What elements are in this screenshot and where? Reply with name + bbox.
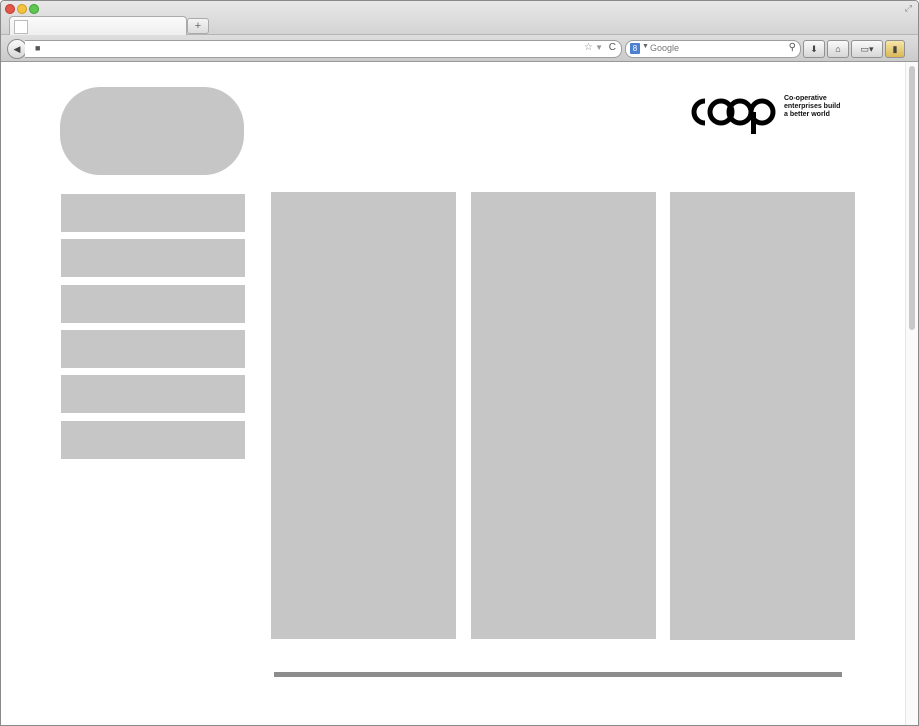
nav-item-6[interactable] (61, 421, 245, 459)
title-bar: ⤢ + (1, 1, 918, 35)
history-dropdown-icon[interactable]: ▼ (595, 43, 603, 52)
nav-item-2[interactable] (61, 239, 245, 277)
nav-item-3[interactable] (61, 285, 245, 323)
fullscreen-icon[interactable]: ⤢ (905, 3, 912, 14)
magnifier-icon[interactable]: ⚲ (789, 42, 796, 53)
vertical-scrollbar[interactable] (905, 62, 918, 725)
scrollbar-thumb[interactable] (909, 66, 915, 330)
back-button[interactable]: ◀ (7, 39, 27, 59)
nav-item-4[interactable] (61, 330, 245, 368)
tagline-line-1: Co-operative (784, 95, 827, 102)
new-tab-button[interactable]: + (187, 18, 209, 34)
minimize-window-button[interactable] (17, 4, 27, 14)
coop-tagline: Co-operative enterprises build a better … (784, 95, 864, 119)
extension-icon[interactable]: ▮ (885, 40, 905, 58)
content-column-3 (670, 192, 855, 640)
bookmark-star-icon[interactable]: ☆ (584, 42, 593, 53)
nav-item-5[interactable] (61, 375, 245, 413)
navigation-toolbar: ◀ ■ ☆ ▼ C 8 ▼ Google ⚲ ⬇ ⌂ ▭▾ ▮ (1, 35, 918, 62)
footer-divider (274, 672, 842, 677)
logo-placeholder (60, 87, 244, 175)
tab-favicon-icon (14, 20, 28, 34)
search-placeholder: Google (650, 43, 680, 53)
reload-icon[interactable]: C (609, 42, 616, 53)
home-button[interactable]: ⌂ (827, 40, 849, 58)
address-bar[interactable]: ■ ☆ ▼ C (25, 40, 622, 58)
nav-item-1[interactable] (61, 194, 245, 232)
zoom-window-button[interactable] (29, 4, 39, 14)
search-bar[interactable]: 8 ▼ Google ⚲ (625, 40, 801, 58)
browser-tab[interactable] (9, 16, 187, 35)
search-engine-icon[interactable]: 8 (630, 43, 640, 54)
close-window-button[interactable] (5, 4, 15, 14)
browser-window: ⤢ + ◀ ■ ☆ ▼ C 8 ▼ Google ⚲ ⬇ ⌂ ▭▾ ▮ Co-o… (0, 0, 919, 726)
sidebar-menu-button[interactable]: ▭▾ (851, 40, 883, 58)
coop-logo-icon[interactable] (688, 93, 784, 137)
tagline-line-2: enterprises build (784, 103, 841, 110)
downloads-button[interactable]: ⬇ (803, 40, 825, 58)
site-identity-icon[interactable]: ■ (35, 43, 40, 53)
content-column-2 (471, 192, 656, 639)
content-column-1 (271, 192, 456, 639)
search-engine-dropdown-icon[interactable]: ▼ (642, 43, 649, 50)
tagline-line-3: a better world (784, 111, 830, 118)
